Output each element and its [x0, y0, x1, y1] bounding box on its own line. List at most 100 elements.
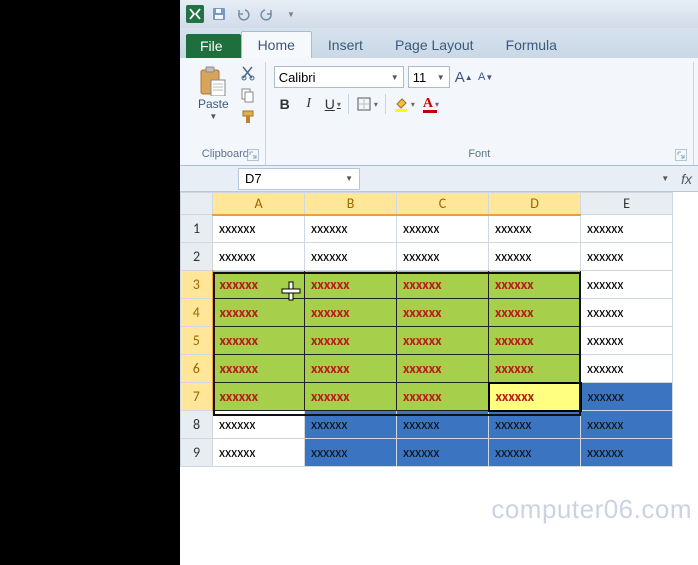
- tab-formulas[interactable]: Formula: [490, 32, 573, 58]
- cell[interactable]: xxxxxx: [213, 383, 305, 411]
- cell[interactable]: xxxxxx: [397, 383, 489, 411]
- cell[interactable]: xxxxxx: [213, 243, 305, 271]
- column-header[interactable]: A: [213, 193, 305, 215]
- separator: [348, 94, 349, 114]
- copy-icon[interactable]: [239, 86, 257, 104]
- undo-icon[interactable]: [234, 5, 252, 23]
- cell[interactable]: xxxxxx: [489, 411, 581, 439]
- cell[interactable]: xxxxxx: [213, 439, 305, 467]
- cell[interactable]: xxxxxx: [213, 327, 305, 355]
- cell[interactable]: xxxxxx: [397, 271, 489, 299]
- format-painter-icon[interactable]: [239, 108, 257, 126]
- cell[interactable]: xxxxxx: [305, 383, 397, 411]
- underline-label: U: [325, 96, 335, 112]
- column-header[interactable]: C: [397, 193, 489, 215]
- cell[interactable]: xxxxxx: [305, 411, 397, 439]
- name-box-value: D7: [245, 171, 262, 186]
- cell[interactable]: xxxxxx: [489, 383, 581, 411]
- row-header[interactable]: 3: [181, 271, 213, 299]
- watermark-text: computer06.com: [491, 494, 692, 525]
- chevron-down-icon: ▼: [345, 174, 353, 183]
- cell[interactable]: xxxxxx: [213, 355, 305, 383]
- column-header[interactable]: E: [581, 193, 673, 215]
- italic-button[interactable]: I: [298, 93, 320, 115]
- underline-button[interactable]: U▾: [322, 93, 344, 115]
- cell[interactable]: xxxxxx: [213, 271, 305, 299]
- cell[interactable]: xxxxxx: [489, 243, 581, 271]
- cell[interactable]: xxxxxx: [581, 355, 673, 383]
- cell[interactable]: xxxxxx: [397, 215, 489, 243]
- cell[interactable]: xxxxxx: [581, 215, 673, 243]
- row-header[interactable]: 9: [181, 439, 213, 467]
- cell[interactable]: xxxxxx: [581, 299, 673, 327]
- fx-icon[interactable]: fx: [681, 171, 692, 187]
- worksheet-grid[interactable]: ABCDE 1xxxxxxxxxxxxxxxxxxxxxxxxxxxxxx2xx…: [180, 192, 698, 565]
- cell[interactable]: xxxxxx: [489, 327, 581, 355]
- cell[interactable]: xxxxxx: [305, 439, 397, 467]
- cell[interactable]: xxxxxx: [305, 299, 397, 327]
- cell[interactable]: xxxxxx: [213, 215, 305, 243]
- row-header[interactable]: 6: [181, 355, 213, 383]
- cell[interactable]: xxxxxx: [581, 411, 673, 439]
- cell[interactable]: xxxxxx: [489, 215, 581, 243]
- cell[interactable]: xxxxxx: [581, 271, 673, 299]
- cell[interactable]: xxxxxx: [397, 327, 489, 355]
- group-font: Calibri ▼ 11 ▼ A▲ A▼ B I: [266, 62, 694, 165]
- cell[interactable]: xxxxxx: [397, 299, 489, 327]
- row-header[interactable]: 7: [181, 383, 213, 411]
- group-label-clipboard: Clipboard: [194, 146, 257, 163]
- row-header[interactable]: 2: [181, 243, 213, 271]
- cell[interactable]: xxxxxx: [305, 215, 397, 243]
- cell[interactable]: xxxxxx: [397, 439, 489, 467]
- title-bar: ▼: [180, 0, 698, 28]
- cell[interactable]: xxxxxx: [305, 271, 397, 299]
- save-icon[interactable]: [210, 5, 228, 23]
- tab-file[interactable]: File: [186, 34, 241, 58]
- paste-button[interactable]: Paste ▼: [194, 64, 233, 123]
- column-header[interactable]: B: [305, 193, 397, 215]
- cell[interactable]: xxxxxx: [305, 327, 397, 355]
- row-header[interactable]: 4: [181, 299, 213, 327]
- qat-customize-icon[interactable]: ▼: [282, 5, 300, 23]
- name-box[interactable]: D7 ▼: [238, 168, 360, 190]
- clipboard-dialog-launcher-icon[interactable]: [247, 149, 259, 161]
- row-header[interactable]: 8: [181, 411, 213, 439]
- bold-button[interactable]: B: [274, 93, 296, 115]
- cell[interactable]: xxxxxx: [397, 411, 489, 439]
- group-label-font: Font: [274, 146, 685, 163]
- cell[interactable]: xxxxxx: [397, 355, 489, 383]
- cell[interactable]: xxxxxx: [305, 243, 397, 271]
- fill-color-button[interactable]: ▾: [390, 93, 418, 115]
- font-dialog-launcher-icon[interactable]: [675, 149, 687, 161]
- cell[interactable]: xxxxxx: [489, 355, 581, 383]
- cell[interactable]: xxxxxx: [489, 299, 581, 327]
- cut-icon[interactable]: [239, 64, 257, 82]
- grow-font-button[interactable]: A▲: [454, 66, 474, 88]
- cell[interactable]: xxxxxx: [213, 299, 305, 327]
- cell[interactable]: xxxxxx: [581, 327, 673, 355]
- shrink-font-button[interactable]: A▼: [476, 66, 496, 88]
- cell[interactable]: xxxxxx: [581, 383, 673, 411]
- cell[interactable]: xxxxxx: [489, 439, 581, 467]
- cell[interactable]: xxxxxx: [397, 243, 489, 271]
- cell[interactable]: xxxxxx: [581, 243, 673, 271]
- row-header[interactable]: 5: [181, 327, 213, 355]
- chevron-down-icon[interactable]: ▼: [661, 174, 669, 183]
- font-color-button[interactable]: A ▾: [420, 93, 442, 115]
- redo-icon[interactable]: [258, 5, 276, 23]
- chevron-down-icon: ▼: [391, 73, 399, 82]
- font-name-select[interactable]: Calibri ▼: [274, 66, 404, 88]
- tab-page-layout[interactable]: Page Layout: [379, 32, 490, 58]
- separator: [385, 94, 386, 114]
- cell[interactable]: xxxxxx: [581, 439, 673, 467]
- tab-home[interactable]: Home: [241, 31, 312, 58]
- tab-insert[interactable]: Insert: [312, 32, 379, 58]
- column-header[interactable]: D: [489, 193, 581, 215]
- row-header[interactable]: 1: [181, 215, 213, 243]
- cell[interactable]: xxxxxx: [213, 411, 305, 439]
- borders-button[interactable]: ▾: [353, 93, 381, 115]
- font-size-select[interactable]: 11 ▼: [408, 66, 450, 88]
- cell[interactable]: xxxxxx: [305, 355, 397, 383]
- cell[interactable]: xxxxxx: [489, 271, 581, 299]
- select-all-corner[interactable]: [181, 193, 213, 215]
